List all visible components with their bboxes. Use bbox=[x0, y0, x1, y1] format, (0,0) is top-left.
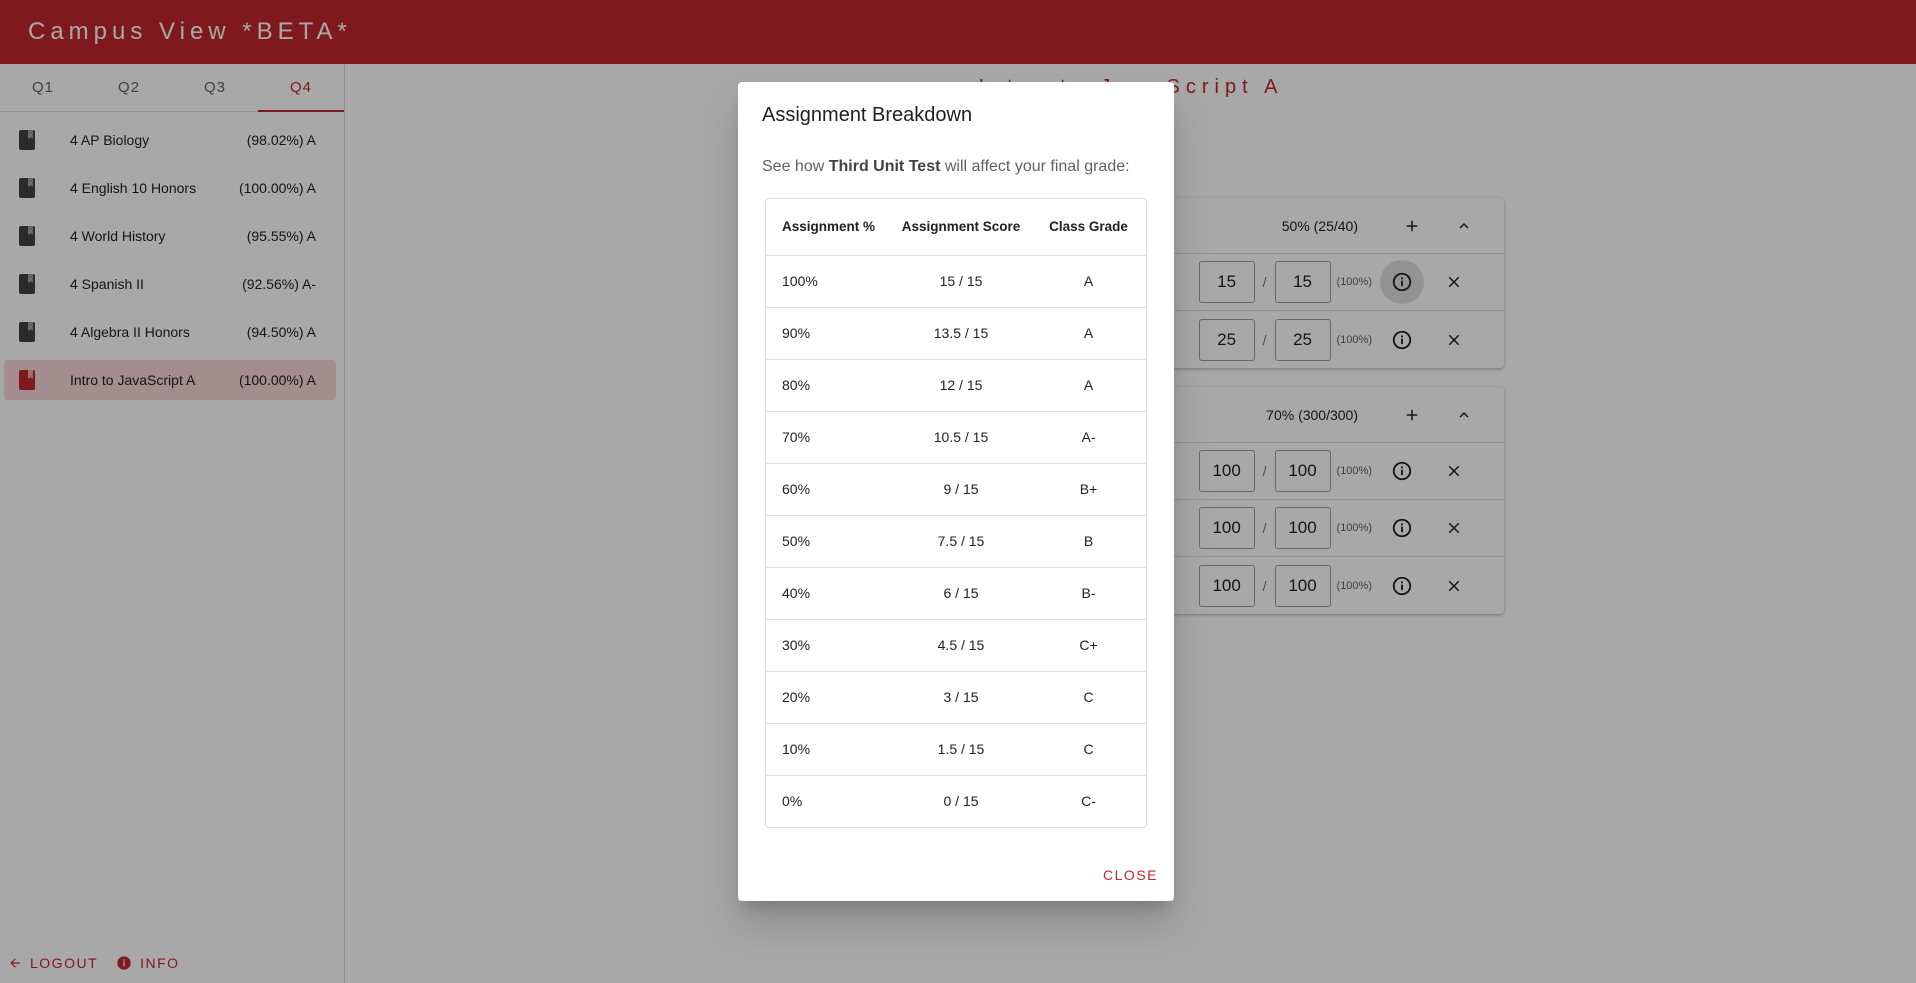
table-row: 10% 1.5 / 15 C bbox=[766, 723, 1146, 776]
assignment-score-cell: 4.5 / 15 bbox=[891, 619, 1031, 672]
table-row: 50% 7.5 / 15 B bbox=[766, 515, 1146, 568]
assignment-percent-cell: 70% bbox=[766, 411, 891, 464]
assignment-score-cell: 1.5 / 15 bbox=[891, 723, 1031, 776]
class-grade-cell: A bbox=[1031, 255, 1146, 308]
assignment-score-cell: 10.5 / 15 bbox=[891, 411, 1031, 464]
assignment-percent-cell: 30% bbox=[766, 619, 891, 672]
assignment-percent-cell: 60% bbox=[766, 463, 891, 516]
close-button[interactable]: CLOSE bbox=[1103, 867, 1158, 883]
assignment-percent-cell: 90% bbox=[766, 307, 891, 360]
table-row: 60% 9 / 15 B+ bbox=[766, 463, 1146, 516]
assignment-percent-cell: 100% bbox=[766, 255, 891, 308]
assignment-score-cell: 13.5 / 15 bbox=[891, 307, 1031, 360]
table-row: 100% 15 / 15 A bbox=[766, 255, 1146, 308]
class-grade-cell: A- bbox=[1031, 411, 1146, 464]
table-row: 40% 6 / 15 B- bbox=[766, 567, 1146, 620]
class-grade-cell: B+ bbox=[1031, 463, 1146, 516]
assignment-score-cell: 15 / 15 bbox=[891, 255, 1031, 308]
dialog-text-suffix: will affect your final grade: bbox=[940, 158, 1130, 175]
table-row: 90% 13.5 / 15 A bbox=[766, 307, 1146, 360]
class-grade-cell: B bbox=[1031, 515, 1146, 568]
dialog-title: Assignment Breakdown bbox=[762, 104, 973, 126]
class-grade-cell: C bbox=[1031, 671, 1146, 724]
table-row: 0% 0 / 15 C- bbox=[766, 775, 1146, 827]
assignment-score-cell: 7.5 / 15 bbox=[891, 515, 1031, 568]
breakdown-table: Assignment % Assignment Score Class Grad… bbox=[765, 198, 1147, 828]
table-row: 20% 3 / 15 C bbox=[766, 671, 1146, 724]
table-header-row: Assignment % Assignment Score Class Grad… bbox=[766, 199, 1146, 256]
column-header: Class Grade bbox=[1031, 199, 1146, 256]
assignment-percent-cell: 50% bbox=[766, 515, 891, 568]
assignment-score-cell: 6 / 15 bbox=[891, 567, 1031, 620]
dialog-description: See how Third Unit Test will affect your… bbox=[762, 158, 1130, 176]
table-row: 70% 10.5 / 15 A- bbox=[766, 411, 1146, 464]
class-grade-cell: C- bbox=[1081, 793, 1096, 810]
class-grade-cell: C+ bbox=[1031, 619, 1146, 672]
assignment-score-cell: 9 / 15 bbox=[891, 463, 1031, 516]
dialog-text-prefix: See how bbox=[762, 158, 829, 175]
assignment-percent-cell: 80% bbox=[766, 359, 891, 412]
assignment-percent-cell: 40% bbox=[766, 567, 891, 620]
column-header: Assignment Score bbox=[891, 199, 1031, 256]
class-grade-cell: C bbox=[1031, 723, 1146, 776]
class-grade-cell: A bbox=[1031, 359, 1146, 412]
assignment-name: Third Unit Test bbox=[828, 158, 941, 175]
assignment-score-cell: 0 / 15 bbox=[943, 793, 979, 810]
assignment-score-cell: 3 / 15 bbox=[891, 671, 1031, 724]
table-row: 30% 4.5 / 15 C+ bbox=[766, 619, 1146, 672]
assignment-score-cell: 12 / 15 bbox=[891, 359, 1031, 412]
class-grade-cell: B- bbox=[1031, 567, 1146, 620]
assignment-percent-cell: 20% bbox=[766, 671, 891, 724]
assignment-breakdown-dialog: Assignment Breakdown See how Third Unit … bbox=[738, 82, 1174, 901]
table-row: 80% 12 / 15 A bbox=[766, 359, 1146, 412]
class-grade-cell: A bbox=[1031, 307, 1146, 360]
assignment-percent-cell: 10% bbox=[766, 723, 891, 776]
assignment-percent-cell: 0% bbox=[782, 793, 803, 810]
column-header: Assignment % bbox=[766, 199, 891, 256]
